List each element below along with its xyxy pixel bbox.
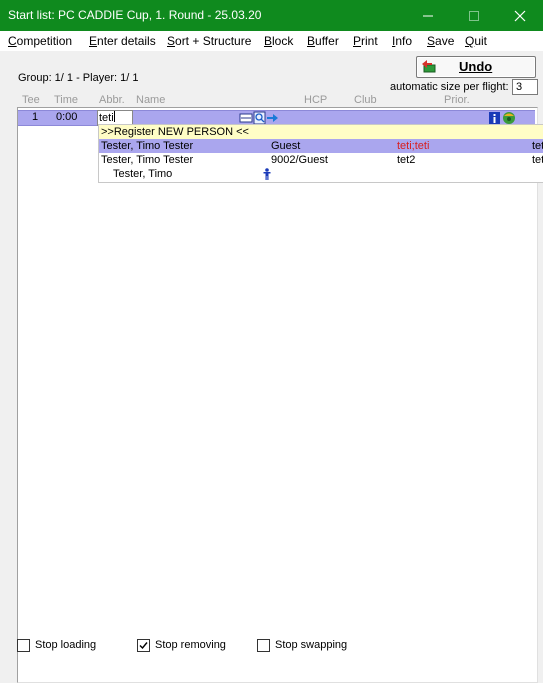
autosize-input[interactable]: 3	[512, 79, 538, 95]
minimize-icon	[423, 15, 433, 17]
group-player-indicator: Group: 1/ 1 - Player: 1/ 1	[18, 72, 139, 84]
col-time: Time	[54, 94, 79, 106]
autosize-label: automatic size per flight:	[390, 81, 509, 93]
menu-sort-structure[interactable]: Sort + Structure	[167, 34, 251, 48]
row-tool-icons[interactable]	[239, 111, 279, 125]
suggest-abbr: tet2	[397, 154, 416, 166]
col-prior: Prior.	[444, 94, 470, 106]
undo-label: Undo	[459, 59, 493, 74]
startlist-panel[interactable]	[17, 107, 538, 683]
person-suggest-dropdown[interactable]: >>Register NEW PERSON << Tester, Timo Te…	[98, 124, 543, 183]
menu-block[interactable]: Block	[264, 34, 293, 48]
register-label: >>Register NEW PERSON <<	[101, 126, 249, 138]
stop-removing-label: Stop removing	[155, 639, 226, 651]
maximize-button[interactable]	[451, 0, 497, 31]
text-caret	[113, 111, 115, 122]
menu-competition[interactable]: Competition	[8, 34, 72, 48]
stop-loading-label: Stop loading	[35, 639, 97, 651]
suggest-extra: tet	[532, 140, 543, 152]
menu-info[interactable]: Info	[392, 34, 412, 48]
stop-swapping-label: Stop swapping	[275, 639, 348, 651]
menu-enter-details[interactable]: Enter details	[89, 34, 156, 48]
col-tee: Tee	[22, 94, 40, 106]
window-title: Start list: PC CADDIE Cup, 1. Round - 25…	[8, 8, 262, 22]
stop-removing-checkbox[interactable]	[137, 639, 150, 652]
suggest-extra: tet	[532, 154, 543, 166]
menu-bar: Competition Enter details Sort + Structu…	[0, 31, 543, 51]
col-hcp: HCP	[304, 94, 328, 106]
minimize-button[interactable]	[405, 0, 451, 31]
close-button[interactable]	[497, 0, 543, 31]
checkmark-icon	[139, 642, 148, 650]
col-name: Name	[136, 94, 166, 106]
suggest-club: Guest	[271, 140, 301, 152]
row-time: 0:00	[56, 111, 78, 123]
suggest-name: Tester, Timo	[113, 168, 173, 180]
col-abbr: Abbr.	[99, 94, 125, 106]
suggest-row[interactable]: Tester, Timo	[99, 167, 543, 181]
client-area: Group: 1/ 1 - Player: 1/ 1 Undo automati…	[0, 51, 543, 683]
suggest-row[interactable]: Tester, Timo Tester 9002/Guest tet2 tet	[99, 153, 543, 167]
abbr-input-value: teti	[99, 112, 114, 124]
undo-button[interactable]: Undo	[416, 56, 536, 78]
menu-quit[interactable]: Quit	[465, 34, 487, 48]
register-new-person-item[interactable]: >>Register NEW PERSON <<	[99, 125, 543, 139]
col-club: Club	[354, 94, 377, 106]
menu-buffer[interactable]: Buffer	[307, 34, 339, 48]
stop-swapping-checkbox[interactable]	[257, 639, 270, 652]
close-icon	[514, 10, 526, 22]
row-tee: 1	[32, 111, 39, 123]
stop-loading-checkbox[interactable]	[17, 639, 30, 652]
title-bar: Start list: PC CADDIE Cup, 1. Round - 25…	[0, 0, 543, 31]
suggest-abbr: teti;teti	[397, 140, 430, 152]
suggest-name: Tester, Timo Tester	[101, 140, 194, 152]
person-icon	[263, 168, 271, 180]
suggest-row[interactable]: Tester, Timo Tester Guest teti;teti tet	[99, 139, 543, 153]
suggest-club: 9002/Guest	[271, 154, 328, 166]
menu-save[interactable]: Save	[427, 34, 454, 48]
undo-icon	[422, 60, 436, 73]
maximize-icon	[469, 11, 479, 21]
suggest-name: Tester, Timo Tester	[101, 154, 194, 166]
menu-print[interactable]: Print	[353, 34, 378, 48]
